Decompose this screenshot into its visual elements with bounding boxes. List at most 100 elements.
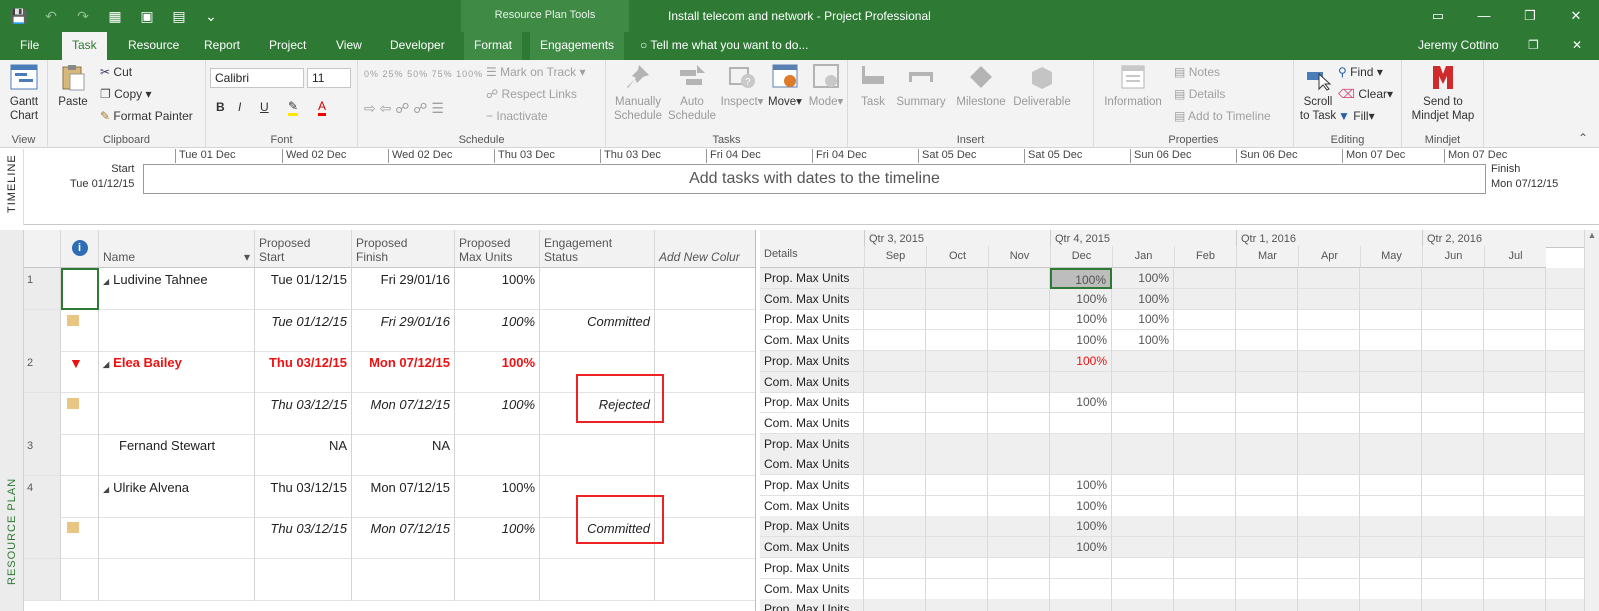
- timephased-cell[interactable]: [1546, 268, 1584, 289]
- task-button[interactable]: Task: [854, 62, 892, 109]
- customize-qat-icon[interactable]: ⌄: [202, 7, 220, 25]
- timephased-cell[interactable]: [1360, 599, 1422, 611]
- engagement-status-cell[interactable]: [540, 268, 655, 310]
- timephased-cell[interactable]: [1484, 330, 1546, 351]
- timephased-cell[interactable]: [1484, 475, 1546, 496]
- timephased-cell[interactable]: [1112, 351, 1174, 372]
- detail-label-cell[interactable]: Com. Max Units: [760, 579, 864, 600]
- timephased-cell[interactable]: [864, 454, 926, 475]
- timephased-cell[interactable]: [988, 289, 1050, 310]
- timephased-cell[interactable]: [1236, 330, 1298, 351]
- detail-label-cell[interactable]: Com. Max Units: [760, 330, 864, 351]
- timephased-cell[interactable]: [1546, 454, 1584, 475]
- name-header[interactable]: Name ▾: [99, 230, 255, 268]
- timephased-cell[interactable]: [1360, 579, 1422, 600]
- timephased-cell[interactable]: [1298, 516, 1360, 537]
- proposed-max-units-cell[interactable]: 100%: [455, 268, 540, 310]
- timephased-cell[interactable]: [926, 268, 988, 289]
- fill-button[interactable]: ▼ Fill▾: [1338, 108, 1375, 124]
- resource-name-cell[interactable]: ◢ Ulrike Alvena: [99, 476, 255, 518]
- timephased-cell[interactable]: 100%: [1112, 330, 1174, 351]
- timephased-cell[interactable]: [1360, 454, 1422, 475]
- timephased-cell[interactable]: [1546, 413, 1584, 434]
- indicator-cell[interactable]: [61, 393, 99, 435]
- timephased-cell[interactable]: [926, 496, 988, 517]
- timephased-cell[interactable]: [1546, 351, 1584, 372]
- send-to-mindjet-button[interactable]: Send to Mindjet Map: [1406, 62, 1480, 123]
- timephased-cell[interactable]: [1112, 392, 1174, 413]
- paste-button[interactable]: Paste: [54, 62, 92, 109]
- resource-name-cell[interactable]: ◢ Ludivine Tahnee: [99, 268, 255, 310]
- timephased-cell[interactable]: [926, 599, 988, 611]
- timeline-bar[interactable]: Add tasks with dates to the timeline: [143, 164, 1486, 194]
- row-id[interactable]: [24, 517, 61, 559]
- proposed-finish-cell[interactable]: Mon 07/12/15: [352, 476, 455, 518]
- add-new-column-cell[interactable]: [655, 434, 755, 476]
- format-painter-button[interactable]: ✎ Format Painter: [100, 108, 193, 124]
- timephased-cell[interactable]: [1174, 289, 1236, 310]
- information-button[interactable]: Information: [1100, 62, 1166, 109]
- notes-button[interactable]: ▤ Notes: [1174, 64, 1220, 80]
- timephased-cell[interactable]: [1174, 599, 1236, 611]
- tab-resource[interactable]: Resource: [118, 32, 189, 60]
- proposed-start-cell[interactable]: [255, 559, 352, 601]
- timephased-cell[interactable]: [1422, 392, 1484, 413]
- timephased-cell[interactable]: [926, 475, 988, 496]
- detail-label-cell[interactable]: Prop. Max Units: [760, 599, 864, 611]
- timephased-cell[interactable]: [1546, 392, 1584, 413]
- timephased-cell[interactable]: [1484, 537, 1546, 558]
- user-name[interactable]: Jeremy Cottino: [1418, 32, 1499, 58]
- clear-button[interactable]: ⌫ Clear▾: [1338, 86, 1393, 102]
- timephased-cell[interactable]: [988, 434, 1050, 455]
- tab-task[interactable]: Task: [62, 32, 107, 61]
- timephased-cell[interactable]: [1422, 599, 1484, 611]
- timephased-cell[interactable]: [1360, 330, 1422, 351]
- row-id[interactable]: 4: [24, 476, 61, 518]
- timephased-cell[interactable]: [1546, 496, 1584, 517]
- timephased-cell[interactable]: 100%: [1050, 475, 1112, 496]
- timephased-cell[interactable]: [1298, 392, 1360, 413]
- proposed-start-header[interactable]: Proposed Start: [255, 230, 352, 268]
- scroll-up-icon[interactable]: ▲: [1585, 230, 1599, 240]
- minimize-icon[interactable]: —: [1461, 0, 1507, 32]
- add-new-column-cell[interactable]: [655, 476, 755, 518]
- timephased-cell[interactable]: [1422, 558, 1484, 579]
- restore-ribbon-icon[interactable]: ❐: [1518, 32, 1542, 60]
- timephased-cell[interactable]: 100%: [1050, 351, 1112, 372]
- timephased-cell[interactable]: 100%: [1050, 537, 1112, 558]
- timephased-cell[interactable]: 100%: [1112, 268, 1174, 289]
- timephased-cell[interactable]: [1174, 268, 1236, 289]
- add-new-column-cell[interactable]: [655, 310, 755, 352]
- auto-schedule-button[interactable]: Auto Schedule: [666, 62, 718, 123]
- timephased-cell[interactable]: [1236, 372, 1298, 393]
- row-id[interactable]: [24, 559, 61, 601]
- timephased-cell[interactable]: [1484, 289, 1546, 310]
- timephased-cell[interactable]: [1298, 351, 1360, 372]
- timephased-cell[interactable]: [864, 392, 926, 413]
- inactivate-button[interactable]: − Inactivate: [486, 108, 548, 124]
- engagement-status-cell[interactable]: Committed: [540, 310, 655, 352]
- select-all-corner[interactable]: [24, 230, 61, 268]
- copy-button[interactable]: ❐ Copy ▾: [100, 86, 151, 102]
- timephased-cell[interactable]: [1174, 558, 1236, 579]
- timephased-cell[interactable]: [1236, 558, 1298, 579]
- timephased-cell[interactable]: [1360, 516, 1422, 537]
- timephased-cell[interactable]: [1298, 309, 1360, 330]
- timephased-cell[interactable]: [1546, 372, 1584, 393]
- detail-label-cell[interactable]: Prop. Max Units: [760, 392, 864, 413]
- proposed-max-units-cell[interactable]: [455, 434, 540, 476]
- timephased-cell[interactable]: [1112, 579, 1174, 600]
- timephased-cell[interactable]: [926, 558, 988, 579]
- add-new-column-cell[interactable]: [655, 268, 755, 310]
- percent-complete-buttons[interactable]: 0% 25% 50% 75% 100%: [364, 66, 483, 82]
- add-new-column-cell[interactable]: [655, 559, 755, 601]
- proposed-start-cell[interactable]: Tue 01/12/15: [255, 268, 352, 310]
- proposed-max-units-cell[interactable]: 100%: [455, 310, 540, 352]
- detail-label-cell[interactable]: Com. Max Units: [760, 496, 864, 517]
- timephased-cell[interactable]: [864, 537, 926, 558]
- timephased-cell[interactable]: [1236, 434, 1298, 455]
- milestone-button[interactable]: Milestone: [952, 62, 1010, 109]
- timephased-cell[interactable]: [1112, 558, 1174, 579]
- timephased-cell[interactable]: [1174, 309, 1236, 330]
- timephased-cell[interactable]: [1050, 413, 1112, 434]
